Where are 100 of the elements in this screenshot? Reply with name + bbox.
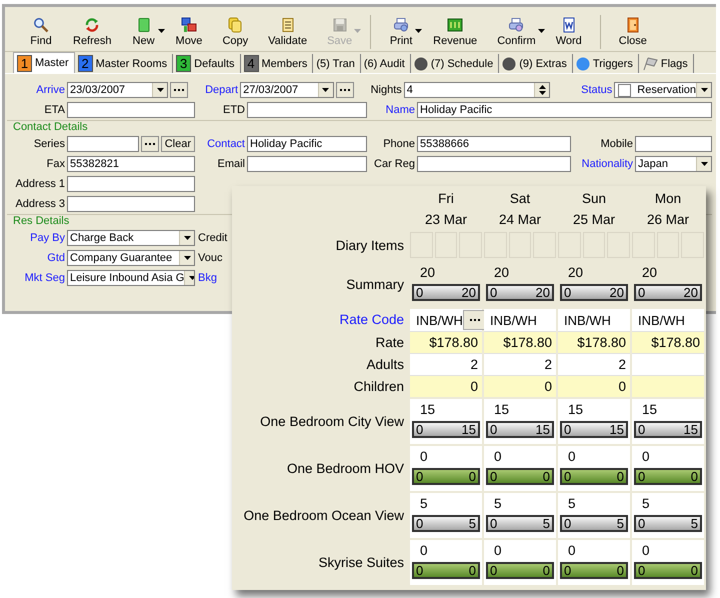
input-field[interactable] — [247, 156, 367, 172]
room-count: 20 — [641, 264, 658, 282]
checkbox[interactable] — [618, 84, 632, 96]
input-field[interactable] — [247, 102, 367, 118]
availability-meter: 0 20 — [412, 284, 480, 301]
availability-meter: 0 0 — [486, 468, 554, 485]
input-field[interactable]: Holiday Pacific — [417, 102, 712, 118]
availability-meter: 0 5 — [412, 515, 480, 532]
field-label[interactable]: Arrive — [7, 84, 65, 96]
row-label: Children — [354, 378, 404, 394]
door-icon — [624, 17, 641, 33]
row-label: One Bedroom Ocean View — [244, 508, 404, 523]
date-header: 23 Mar — [424, 212, 468, 227]
availability-meter: 0 20 — [486, 284, 554, 301]
field-label[interactable]: Nationality — [571, 158, 633, 170]
dropdown-arrow-icon — [184, 236, 190, 240]
input-field[interactable] — [67, 176, 195, 192]
field-label: Phone — [382, 138, 415, 150]
row-label: Rate — [375, 334, 404, 350]
toolbar-button[interactable]: Word — [546, 13, 592, 51]
field-label[interactable]: Status — [550, 84, 612, 96]
room-count: 20 — [419, 264, 436, 282]
tab[interactable]: 1 Master — [13, 52, 75, 73]
availability-meter: 0 0 — [412, 468, 480, 485]
dropdown-arrow-icon — [700, 162, 708, 166]
toolbar-button[interactable]: Validate — [258, 13, 318, 51]
field-label[interactable]: Gtd — [7, 252, 65, 264]
availability-meter: 0 20 — [634, 284, 702, 301]
availability-meter: 0 0 — [486, 562, 554, 579]
notepad-icon — [280, 17, 296, 33]
field-label: Fax — [46, 158, 65, 170]
input-field[interactable] — [67, 196, 195, 212]
dropdown[interactable]: Charge Back — [67, 230, 195, 246]
squares-icon — [180, 17, 197, 33]
toolbar-button[interactable]: Find — [19, 13, 63, 51]
clear-button[interactable]: Clear — [160, 136, 195, 152]
availability-meter: 0 0 — [560, 562, 628, 579]
page-icon — [136, 17, 152, 33]
field-label: Address 3 — [14, 198, 65, 210]
input-field[interactable]: 55388666 — [417, 136, 571, 152]
input-field[interactable] — [635, 136, 712, 152]
dropdown-arrow-icon — [156, 88, 164, 92]
dropdown-arrow-icon — [700, 88, 708, 92]
room-count: 20 — [567, 264, 584, 282]
row-label: One Bedroom HOV — [286, 461, 404, 476]
toolbar-button[interactable]: Print — [379, 13, 424, 51]
refresh-icon — [84, 17, 100, 33]
row-label: One Bedroom City View — [260, 414, 404, 429]
day-header: Sun — [580, 191, 608, 206]
field-label: ETD — [222, 104, 245, 116]
input-field[interactable] — [67, 136, 139, 152]
room-count: 15 — [641, 401, 658, 419]
dropdown[interactable]: Leisure Inbound Asia G — [67, 270, 195, 286]
dropdown[interactable]: Japan — [635, 156, 712, 172]
toolbar-button[interactable]: Revenue — [423, 13, 488, 51]
room-count: 0 — [641, 448, 651, 466]
input-field[interactable] — [417, 156, 571, 172]
field-label[interactable]: Contact — [195, 138, 245, 150]
toolbar-button[interactable]: Close — [608, 13, 657, 51]
field-label: Mobile — [600, 138, 633, 150]
room-count: 0 — [567, 448, 577, 466]
dropdown[interactable]: Company Guarantee — [67, 250, 195, 266]
ellipsis-button[interactable] — [336, 82, 354, 98]
room-count: 0 — [493, 542, 503, 560]
availability-meter: 0 0 — [634, 468, 702, 485]
input-field[interactable] — [67, 102, 195, 118]
toolbar-button[interactable]: Confirm — [487, 13, 546, 51]
rate-code: INB/WH — [638, 312, 686, 328]
status-dropdown[interactable]: Reservation — [614, 82, 712, 98]
room-count: 15 — [567, 401, 584, 419]
field-label[interactable]: Pay By — [7, 232, 65, 244]
floppy-icon — [332, 17, 348, 33]
copy-icon — [227, 17, 244, 33]
room-count: 0 — [419, 448, 429, 466]
ellipsis-button[interactable] — [140, 136, 159, 152]
number-spinner[interactable]: 4 — [404, 82, 550, 98]
grid-cell: $178.80 — [632, 331, 704, 353]
field-label[interactable]: Name — [367, 104, 415, 116]
grid-cell: $178.80 — [484, 331, 556, 353]
money-icon — [447, 17, 464, 33]
row-label[interactable]: Rate Code — [339, 312, 404, 326]
toolbar-button[interactable]: New — [122, 13, 166, 51]
date-dropdown[interactable]: 27/03/2007 — [240, 82, 334, 98]
field-label[interactable]: Bkg — [195, 272, 217, 284]
input-field[interactable]: Holiday Pacific — [247, 136, 367, 152]
ellipsis-button[interactable] — [462, 310, 487, 330]
toolbar-button[interactable]: Copy — [212, 13, 258, 51]
search-icon — [33, 17, 49, 33]
toolbar-button[interactable]: Move — [166, 13, 212, 51]
field-label[interactable]: Mkt Seg — [7, 272, 65, 284]
date-dropdown[interactable]: 23/03/2007 — [67, 82, 168, 98]
field-label[interactable]: Depart — [188, 84, 238, 96]
toolbar-button[interactable]: Refresh — [63, 13, 122, 51]
ellipsis-button[interactable] — [170, 82, 188, 98]
room-count: 15 — [493, 401, 510, 419]
availability-meter: 0 5 — [560, 515, 628, 532]
number-badge: 1 — [17, 54, 32, 72]
availability-meter: 0 20 — [560, 284, 628, 301]
tab[interactable]: 3 Defaults — [173, 54, 241, 73]
input-field[interactable]: 55382821 — [67, 156, 195, 172]
